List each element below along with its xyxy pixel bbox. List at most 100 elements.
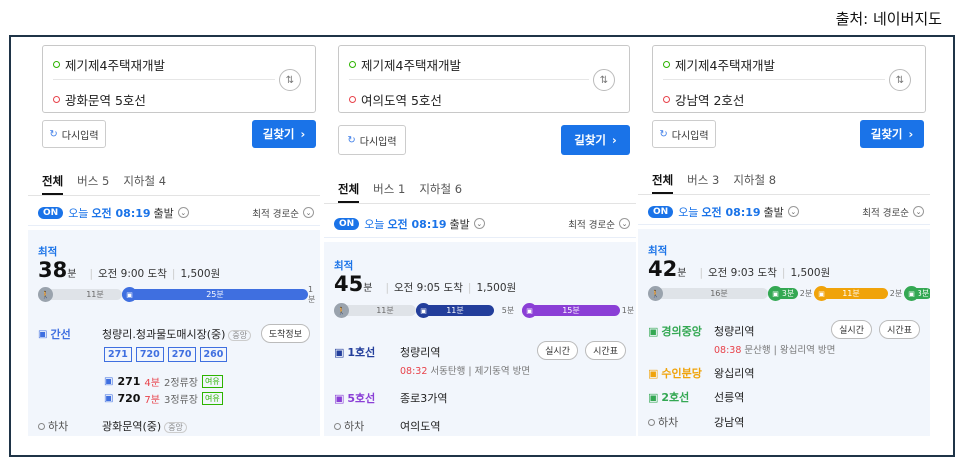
transfer-segment: 2분 [799,289,813,298]
tab-bus[interactable]: 버스 3 [687,172,719,188]
destination-dot-icon [663,96,670,103]
depart-time[interactable]: 오전 08:19 [91,205,150,221]
walk-segment: 16분 [648,288,768,299]
route-bar: 11분 🚶 11분 ▣ 5분 15분 ▣ 1분 [334,303,634,318]
source-label: 출처: 네이버지도 [835,10,942,28]
route-bar: 11분 🚶 25분 ▣ 1분 [38,285,315,304]
origin-field[interactable]: 제기제4주택재개발 [663,55,775,74]
tab-all[interactable]: 전체 [42,173,64,195]
origin-dot-icon [663,61,670,68]
subway-icon: ▣ [904,286,919,301]
subway-step: ▣ 수인분당 왕십리역 [648,366,755,381]
subway-step: ▣ 5호선 종로3가역 [334,391,448,406]
origin-field[interactable]: 제기제4주택재개발 [53,55,165,74]
destination-dot-icon [53,96,60,103]
destination-dot-icon [349,96,356,103]
bus-arrival-row: ▣ 271 4분 2정류장 여유 [104,374,223,389]
alight-step: 하차 광화문역(중) 중앙 [38,418,310,434]
route-input-box: 제기제4주택재개발 여의도역 5호선 ⇅ [338,45,630,113]
destination-field[interactable]: 광화문역 5호선 [53,90,146,109]
tab-bus[interactable]: 버스 1 [373,181,405,197]
chevron-right-icon: › [612,133,617,147]
duration-summary: 38 분 | 오전 9:00 도착 | 1,500원 [38,258,221,282]
chevron-down-icon: ⌄ [913,206,924,217]
subway-icon: ▣ [648,366,659,380]
search-button[interactable]: 길찾기 › [252,120,316,148]
depart-time[interactable]: 오전 08:19 [701,204,760,220]
duration-summary: 42 분 | 오전 9:03 도착 | 1,500원 [648,257,831,281]
origin-dot-icon [53,61,60,68]
bus-segment: 25분 [122,289,308,300]
timetable-button[interactable]: 시간표 [879,320,920,339]
refresh-icon: ↻ [347,134,356,146]
swap-icon[interactable]: ⇅ [279,69,301,91]
realtime-button[interactable]: 실시간 [831,320,872,339]
subway-step: ▣ 경의중앙 청량리역 08:38 문산행 | 왕십리역 방면 실시간 시간표 [648,320,920,359]
subway-icon: ▣ [334,345,345,359]
bus-arrival-row: ▣ 720 7분 3정류장 여유 [104,391,223,406]
bus-icon: ▣ [104,393,114,404]
tab-all[interactable]: 전체 [652,172,674,194]
route-panel-1: 제기제4주택재개발 광화문역 5호선 ⇅ ↻ 다시입력 길찾기 › 전체 버스 5 … [28,38,320,436]
subway-step: ▣ 2호선 선릉역 [648,390,745,405]
alight-step: 하차 강남역 [648,414,920,430]
bus-icon: ▣ [122,287,137,302]
on-badge[interactable]: ON [38,206,64,219]
timetable-button[interactable]: 시간표 [585,341,626,360]
refresh-icon: ↻ [49,128,58,140]
route-input-box: 제기제4주택재개발 광화문역 5호선 ⇅ [42,45,316,113]
tab-subway[interactable]: 지하철 4 [123,173,166,189]
destination-field[interactable]: 강남역 2호선 [663,90,744,109]
chevron-right-icon: › [300,127,306,141]
origin-field[interactable]: 제기제4주택재개발 [349,55,461,74]
realtime-button[interactable]: 실시간 [537,341,578,360]
sort-dropdown[interactable]: 최적 경로순 ⌄ [862,205,924,219]
tab-bar: 전체 버스 5 지하철 4 [28,166,320,196]
tab-bar: 전체 버스 1 지하철 6 [324,174,636,204]
best-label: 최적 [648,245,668,257]
route-result[interactable]: 최적 38 분 | 오전 9:00 도착 | 1,500원 11분 🚶 25분 ▣ 1… [28,230,320,436]
chevron-down-icon[interactable]: ⌄ [473,218,485,229]
chevron-down-icon: ⌄ [303,207,314,218]
bus-icon: ▣ [38,328,48,340]
arrival-info-button[interactable]: 도착정보 [260,324,310,343]
route-bar: 16분 🚶 3분 ▣ 2분 11분 ▣ 2분 3분 ▣ [648,286,930,301]
route-input-box: 제기제4주택재개발 강남역 2호선 ⇅ [652,45,926,113]
on-badge[interactable]: ON [334,217,360,230]
subway-icon: ▣ [334,391,345,405]
bus-icon: ▣ [104,376,114,387]
tab-bus[interactable]: 버스 5 [77,173,109,189]
alight-dot-icon [334,422,341,430]
search-button[interactable]: 길찾기 › [860,120,924,148]
sort-dropdown[interactable]: 최적 경로순 ⌄ [252,206,314,220]
origin-dot-icon [349,61,356,68]
chevron-right-icon: › [908,127,914,141]
on-badge[interactable]: ON [648,205,674,218]
subway-icon: ▣ [416,303,431,318]
swap-icon[interactable]: ⇅ [593,69,615,91]
search-button[interactable]: 길찾기 › [561,125,630,155]
chevron-down-icon[interactable]: ⌄ [787,206,799,217]
route-result[interactable]: 최적 45 분 | 오전 9:05 도착 | 1,500원 11분 🚶 11분 ▣ 5… [324,242,636,436]
subway-icon: ▣ [648,324,659,338]
chevron-down-icon: ⌄ [619,218,630,229]
depart-time[interactable]: 오전 08:19 [387,216,446,232]
subway-icon: ▣ [814,286,829,301]
board-step: ▣ 간선 청량리.청과물도매시장(중) 중앙 도착정보 [38,324,310,346]
transfer-segment: 2분 [889,289,903,298]
walk-icon: 🚶 [334,303,349,318]
reset-button[interactable]: ↻ 다시입력 [652,120,716,148]
reset-button[interactable]: ↻ 다시입력 [42,120,106,148]
sort-dropdown[interactable]: 최적 경로순 ⌄ [568,217,630,231]
refresh-icon: ↻ [659,128,668,140]
route-result[interactable]: 최적 42 분 | 오전 9:03 도착 | 1,500원 16분 🚶 3분 ▣ 2분… [638,229,930,436]
swap-icon[interactable]: ⇅ [889,69,911,91]
tab-subway[interactable]: 지하철 6 [419,181,462,197]
chevron-down-icon[interactable]: ⌄ [177,207,189,218]
tab-bar: 전체 버스 3 지하철 8 [638,165,930,195]
reset-button[interactable]: ↻ 다시입력 [338,125,406,155]
tab-subway[interactable]: 지하철 8 [733,172,776,188]
route-panel-2: 제기제4주택재개발 여의도역 5호선 ⇅ ↻ 다시입력 길찾기 › 전체 버스 1 … [324,38,636,436]
destination-field[interactable]: 여의도역 5호선 [349,90,442,109]
tab-all[interactable]: 전체 [338,181,360,203]
